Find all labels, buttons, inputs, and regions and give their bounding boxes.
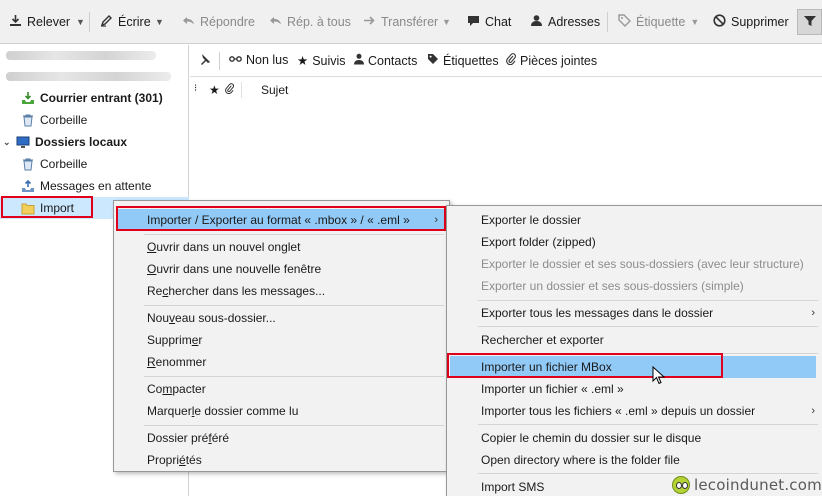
attachment-column-icon[interactable] <box>225 83 234 97</box>
folder-account-trash[interactable]: Corbeille <box>20 109 87 131</box>
menu-rename[interactable]: Renommer <box>147 351 206 373</box>
filter-tags[interactable]: Étiquettes <box>427 53 499 68</box>
menu-new-subfolder[interactable]: Nou v eau sous-dossier... <box>147 307 276 329</box>
submenu-import-eml[interactable]: Importer un fichier « .eml » <box>481 378 624 400</box>
folder-outbox[interactable]: Messages en attente <box>20 175 151 197</box>
submenu-import-all-eml[interactable]: Importer tous les fichiers « .eml » depu… <box>481 400 817 422</box>
filter-attachments[interactable]: Pièces jointes <box>506 53 597 68</box>
reply-icon <box>181 14 195 30</box>
chevron-down-icon: ▼ <box>442 17 451 27</box>
thread-column-icon[interactable]: ⁝ <box>194 83 197 94</box>
menu-delete[interactable]: Supprim e r <box>147 329 202 351</box>
submenu-copy-folder-path[interactable]: Copier le chemin du dossier sur le disqu… <box>481 427 701 449</box>
main-toolbar: Relever ▼ Écrire ▼ Répondre Rép. à tous … <box>0 0 822 44</box>
chevron-down-icon[interactable]: ⌄ <box>3 137 13 148</box>
reply-button[interactable]: Répondre <box>181 8 255 36</box>
star-icon: ★ <box>297 54 309 68</box>
folder-context-menu: Importer / Exporter au format « .mbox » … <box>113 200 450 472</box>
filter-starred[interactable]: ★ Suivis <box>297 53 346 69</box>
redacted-account-name <box>6 51 156 60</box>
paperclip-icon <box>506 53 516 68</box>
star-column-icon[interactable]: ★ <box>209 83 220 97</box>
import-mbox-highlight-box <box>447 353 723 378</box>
import-export-highlight-box <box>116 206 446 231</box>
menu-mark-folder-read[interactable]: Marquer le dossier comme lu <box>147 400 298 422</box>
submenu-export-with-subfolders-structure[interactable]: Exporter le dossier et ses sous-dossiers… <box>481 253 804 275</box>
watermark-logo <box>672 476 690 494</box>
forward-dropdown[interactable]: ▼ <box>442 8 451 36</box>
folder-local-trash[interactable]: Corbeille <box>20 153 87 175</box>
filter-unread[interactable]: Non lus <box>229 53 288 67</box>
trash-icon <box>20 113 36 127</box>
menu-search-messages[interactable]: Re c hercher dans les messages... <box>147 280 325 302</box>
submenu-search-and-export[interactable]: Rechercher et exporter <box>481 329 604 351</box>
chevron-down-icon: ▼ <box>690 17 700 27</box>
watermark: lecoindunet.com <box>672 476 822 494</box>
person-icon <box>529 14 543 30</box>
filter-contacts[interactable]: Contacts <box>354 53 417 68</box>
menu-properties[interactable]: Propri é tés <box>147 449 202 471</box>
mouse-cursor-icon <box>652 365 666 388</box>
tag-icon <box>427 53 439 68</box>
import-folder-highlight-box <box>1 196 93 218</box>
pin-icon <box>198 53 211 69</box>
menu-compact[interactable]: Co m pacter <box>147 378 206 400</box>
outbox-icon <box>20 179 36 193</box>
redacted-account-address <box>6 72 171 81</box>
trash-icon <box>20 157 36 171</box>
inbox-icon <box>20 91 36 105</box>
message-list-header: ⁝ ★ Sujet <box>190 78 822 102</box>
prohibited-icon <box>712 14 726 30</box>
chevron-down-icon: ▼ <box>155 17 164 27</box>
tag-button[interactable]: Étiquette ▼ <box>617 8 699 36</box>
computer-icon <box>15 135 31 149</box>
submenu-export-all-messages[interactable]: Exporter tous les messages dans le dossi… <box>481 302 817 324</box>
chevron-down-icon: ▼ <box>76 17 85 27</box>
address-book-button[interactable]: Adresses <box>529 8 600 36</box>
submenu-export-folder-zipped[interactable]: Export folder (zipped) <box>481 231 596 253</box>
filter-button[interactable] <box>797 9 822 35</box>
import-export-submenu: Exporter le dossier Export folder (zippe… <box>446 205 822 496</box>
forward-button[interactable]: Transférer <box>362 8 438 36</box>
menu-open-new-window[interactable]: Ouvrir dans une nouvelle fenêtre <box>147 258 321 280</box>
submenu-import-sms[interactable]: Import SMS <box>481 476 544 496</box>
get-mail-button[interactable]: Relever <box>8 8 70 36</box>
submenu-open-directory[interactable]: Open directory where is the folder file <box>481 449 680 471</box>
reply-all-icon <box>268 14 282 30</box>
chat-button[interactable]: Chat <box>466 8 511 36</box>
submenu-export-with-subfolders-simple[interactable]: Exporter un dossier et ses sous-dossiers… <box>481 275 744 297</box>
contact-icon <box>354 53 364 68</box>
delete-button[interactable]: Supprimer <box>712 8 789 36</box>
menu-favorite-folder[interactable]: Dossier pré f éré <box>147 427 229 449</box>
submenu-export-folder[interactable]: Exporter le dossier <box>481 209 581 231</box>
chevron-right-icon: › <box>811 307 815 319</box>
write-dropdown[interactable]: ▼ <box>155 8 164 36</box>
folder-local-folders[interactable]: ⌄ Dossiers locaux <box>3 131 127 153</box>
forward-arrow-icon <box>362 14 376 30</box>
funnel-icon <box>803 15 816 30</box>
chevron-right-icon: › <box>811 405 815 417</box>
download-icon <box>8 14 22 30</box>
chat-bubble-icon <box>466 14 480 30</box>
reply-all-button[interactable]: Rép. à tous <box>268 8 351 36</box>
write-button[interactable]: Écrire <box>99 8 151 36</box>
sticky-filter-pin[interactable] <box>198 53 211 69</box>
folder-inbox[interactable]: Courrier entrant (301) <box>20 87 163 109</box>
menu-open-new-tab[interactable]: Ouvrir dans un nouvel onglet <box>147 236 300 258</box>
tag-icon <box>617 14 631 30</box>
pencil-icon <box>99 14 113 30</box>
quick-filter-bar: Non lus ★ Suivis Contacts Étiquettes Piè… <box>190 45 822 77</box>
get-mail-dropdown[interactable]: ▼ <box>76 8 85 36</box>
glasses-icon <box>229 53 242 67</box>
subject-column-header[interactable]: Sujet <box>261 83 288 97</box>
